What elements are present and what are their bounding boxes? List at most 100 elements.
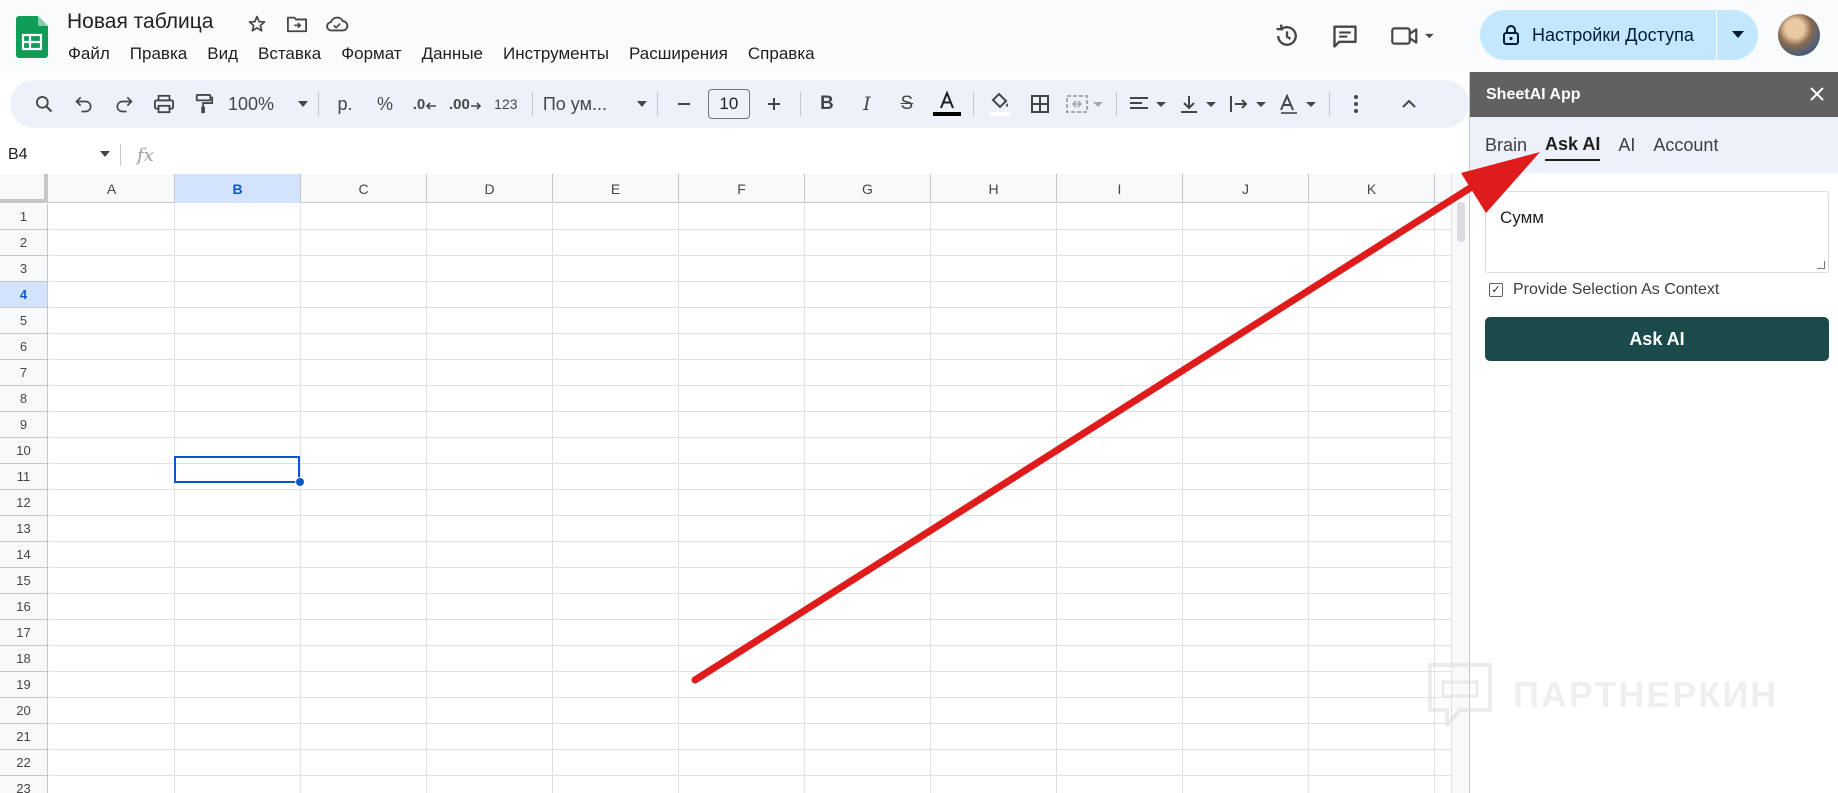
cloud-saved-icon[interactable]: [324, 11, 350, 37]
decrease-font-size-button[interactable]: [668, 86, 700, 122]
text-wrapping-icon[interactable]: [1227, 86, 1269, 122]
paint-format-icon[interactable]: [188, 86, 220, 122]
row-header-21[interactable]: 21: [0, 724, 48, 750]
more-options-icon[interactable]: [1340, 86, 1372, 122]
share-button[interactable]: Настройки Доступа: [1480, 10, 1758, 60]
increase-decimal-button[interactable]: .00: [449, 86, 482, 122]
borders-icon[interactable]: [1024, 86, 1056, 122]
undo-icon[interactable]: [68, 86, 100, 122]
ask-ai-button[interactable]: Ask AI: [1485, 317, 1829, 361]
row-header-9[interactable]: 9: [0, 412, 48, 438]
tab-account[interactable]: Account: [1653, 131, 1718, 160]
name-box[interactable]: B4: [0, 139, 120, 171]
tab-ai[interactable]: AI: [1618, 131, 1635, 160]
avatar[interactable]: [1778, 14, 1820, 56]
collapse-toolbar-icon[interactable]: [1393, 86, 1425, 122]
menu-format[interactable]: Формат: [341, 44, 401, 64]
row-header-8[interactable]: 8: [0, 386, 48, 412]
column-header-e[interactable]: E: [553, 174, 679, 203]
menu-insert[interactable]: Вставка: [258, 44, 321, 64]
menu-extensions[interactable]: Расширения: [629, 44, 728, 64]
strikethrough-icon[interactable]: S: [891, 86, 923, 122]
redo-icon[interactable]: [108, 86, 140, 122]
provide-context-checkbox[interactable]: ✓: [1489, 283, 1503, 297]
font-size-input[interactable]: 10: [707, 89, 750, 119]
scrollbar-thumb[interactable]: [1457, 202, 1465, 242]
row-header-6[interactable]: 6: [0, 334, 48, 360]
bold-icon[interactable]: B: [811, 86, 843, 122]
cell-area[interactable]: [49, 204, 1468, 793]
menu-edit[interactable]: Правка: [130, 44, 187, 64]
font-select[interactable]: По ум...: [543, 86, 647, 122]
spreadsheet-grid[interactable]: ABCDEFGHIJK 1 2 3 4 5 6 7 8 9 10 11 12 13 14 15 16 17 18 1…: [0, 174, 1468, 793]
merge-cells-icon[interactable]: [1064, 86, 1106, 122]
row-header-5[interactable]: 5: [0, 308, 48, 334]
row-header-15[interactable]: 15: [0, 568, 48, 594]
row-header-23[interactable]: 23: [0, 776, 48, 793]
fill-color-icon[interactable]: [984, 86, 1016, 122]
sheets-logo-icon[interactable]: [16, 16, 48, 58]
more-formats-button[interactable]: 123: [490, 86, 522, 122]
row-header-1[interactable]: 1: [0, 204, 48, 230]
move-folder-icon[interactable]: [284, 11, 310, 37]
row-header-10[interactable]: 10: [0, 438, 48, 464]
star-icon[interactable]: [244, 11, 270, 37]
row-header-16[interactable]: 16: [0, 594, 48, 620]
row-header-20[interactable]: 20: [0, 698, 48, 724]
row-header-22[interactable]: 22: [0, 750, 48, 776]
column-header-c[interactable]: C: [301, 174, 427, 203]
meet-video-icon[interactable]: [1381, 14, 1445, 58]
print-icon[interactable]: [148, 86, 180, 122]
zoom-select[interactable]: 100%: [228, 86, 308, 122]
format-percent-button[interactable]: %: [369, 86, 401, 122]
menu-file[interactable]: Файл: [68, 44, 110, 64]
column-header-j[interactable]: J: [1183, 174, 1309, 203]
search-menus-icon[interactable]: [28, 86, 60, 122]
column-header-a[interactable]: A: [49, 174, 175, 203]
column-header-i[interactable]: I: [1057, 174, 1183, 203]
horizontal-align-icon[interactable]: [1127, 86, 1169, 122]
row-header-3[interactable]: 3: [0, 256, 48, 282]
column-header-g[interactable]: G: [805, 174, 931, 203]
select-all-corner[interactable]: [0, 174, 48, 203]
row-header-14[interactable]: 14: [0, 542, 48, 568]
tab-ask-ai[interactable]: Ask AI: [1545, 130, 1601, 161]
row-header-17[interactable]: 17: [0, 620, 48, 646]
column-header-f[interactable]: F: [679, 174, 805, 203]
row-header-18[interactable]: 18: [0, 646, 48, 672]
menu-data[interactable]: Данные: [422, 44, 483, 64]
row-header-13[interactable]: 13: [0, 516, 48, 542]
format-currency-button[interactable]: р.: [329, 86, 361, 122]
ask-ai-textarea[interactable]: Сумм: [1485, 191, 1829, 273]
text-color-icon[interactable]: [931, 86, 963, 122]
fill-handle[interactable]: [295, 477, 305, 487]
provide-context-option[interactable]: ✓ Provide Selection As Context: [1489, 281, 1719, 299]
decrease-decimal-button[interactable]: .0: [409, 86, 441, 122]
row-header-19[interactable]: 19: [0, 672, 48, 698]
version-history-icon[interactable]: [1265, 14, 1309, 58]
column-header-h[interactable]: H: [931, 174, 1057, 203]
menu-help[interactable]: Справка: [748, 44, 815, 64]
active-cell-b4[interactable]: [174, 456, 300, 483]
tab-brain[interactable]: Brain: [1485, 131, 1527, 160]
menu-tools[interactable]: Инструменты: [503, 44, 609, 64]
column-header-b[interactable]: B: [175, 174, 301, 203]
row-header-11[interactable]: 11: [0, 464, 48, 490]
resize-handle-icon[interactable]: [1817, 261, 1825, 269]
menu-view[interactable]: Вид: [207, 44, 238, 64]
row-header-2[interactable]: 2: [0, 230, 48, 256]
document-title[interactable]: Новая таблица: [67, 10, 214, 34]
italic-icon[interactable]: I: [851, 86, 883, 122]
share-options-dropdown[interactable]: [1717, 31, 1758, 39]
text-rotation-icon[interactable]: [1277, 86, 1319, 122]
vertical-align-icon[interactable]: [1177, 86, 1219, 122]
column-header-d[interactable]: D: [427, 174, 553, 203]
row-header-12[interactable]: 12: [0, 490, 48, 516]
comments-icon[interactable]: [1323, 14, 1367, 58]
formula-input[interactable]: [154, 139, 1468, 171]
column-header-k[interactable]: K: [1309, 174, 1435, 203]
row-header-4[interactable]: 4: [0, 282, 48, 308]
close-icon[interactable]: [1805, 82, 1829, 106]
row-header-7[interactable]: 7: [0, 360, 48, 386]
increase-font-size-button[interactable]: [758, 86, 790, 122]
